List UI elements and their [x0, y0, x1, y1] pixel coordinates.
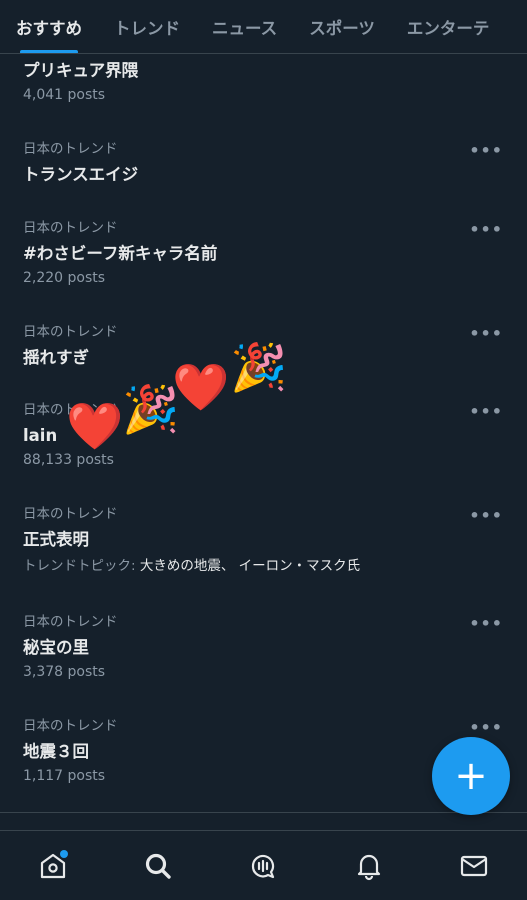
party-popper-emoji: 🎉 — [230, 340, 288, 394]
more-options-icon[interactable]: ••• — [469, 614, 503, 633]
trend-post-count: 88,133 posts — [23, 452, 114, 468]
messages-icon — [461, 855, 488, 876]
more-options-icon[interactable]: ••• — [469, 324, 503, 343]
heart-emoji: ❤️ — [172, 360, 230, 414]
trend-title: 秘宝の里 — [23, 638, 89, 657]
tab-news[interactable]: ニュース — [196, 0, 293, 53]
search-icon — [145, 853, 171, 879]
more-options-icon[interactable]: ••• — [469, 402, 503, 421]
party-popper-emoji: 🎉 — [122, 382, 180, 436]
trend-context: 日本のトレンド — [23, 141, 118, 157]
notification-dot — [59, 849, 68, 858]
more-options-icon[interactable]: ••• — [469, 506, 503, 525]
more-options-icon[interactable]: ••• — [469, 718, 503, 737]
trend-post-count: 4,041 posts — [23, 87, 106, 103]
trend-context: 日本のトレンド — [23, 506, 118, 522]
trend-item[interactable]: 日本のトレンド #わさビーフ新キャラ名前 2,220 posts ••• — [0, 218, 527, 288]
heart-emoji: ❤️ — [66, 399, 124, 453]
compose-button[interactable]: + — [432, 737, 510, 815]
trend-title: 正式表明 — [23, 530, 89, 549]
nav-home[interactable] — [23, 836, 83, 896]
tab-trending[interactable]: トレンド — [98, 0, 196, 53]
nav-messages[interactable] — [444, 836, 504, 896]
top-tab-bar: おすすめ トレンド ニュース スポーツ エンターテ — [0, 0, 527, 54]
tab-sports[interactable]: スポーツ — [293, 0, 391, 53]
trend-context: 日本のトレンド — [23, 220, 118, 236]
trend-title: #わさビーフ新キャラ名前 — [23, 244, 218, 263]
trend-topic-value: 大きめの地震、 イーロン・マスク氏 — [139, 558, 361, 574]
trend-item[interactable]: 日本のトレンド 秘宝の里 3,378 posts ••• — [0, 612, 527, 682]
notifications-icon — [357, 854, 380, 880]
trend-title: 地震３回 — [23, 742, 89, 761]
trend-post-count: 2,220 posts — [23, 270, 106, 286]
tab-entertainment[interactable]: エンターテ — [391, 0, 506, 53]
trend-item[interactable]: プリキュア界隈 4,041 posts — [0, 59, 527, 105]
trend-topic-label: トレンドトピック: — [23, 558, 136, 574]
trend-context: 日本のトレンド — [23, 614, 118, 630]
nav-spaces[interactable] — [233, 836, 293, 896]
trend-item[interactable]: 日本のトレンド 正式表明 トレンドトピック: 大きめの地震、 イーロン・マスク氏… — [0, 504, 527, 576]
trend-title: トランスエイジ — [23, 165, 139, 184]
more-options-icon[interactable]: ••• — [469, 141, 503, 160]
divider — [0, 812, 527, 813]
nav-search[interactable] — [128, 836, 188, 896]
trend-context: 日本のトレンド — [23, 718, 118, 734]
trend-item[interactable]: 日本のトレンド トランスエイジ ••• — [0, 139, 527, 187]
plus-icon: + — [454, 753, 488, 799]
trend-context: 日本のトレンド — [23, 324, 118, 340]
more-options-icon[interactable]: ••• — [469, 220, 503, 239]
trend-title: プリキュア界隈 — [23, 61, 139, 80]
trend-topics: トレンドトピック: 大きめの地震、 イーロン・マスク氏 — [23, 556, 504, 576]
bottom-nav — [0, 830, 527, 900]
spaces-icon — [252, 854, 275, 878]
trend-post-count: 3,378 posts — [23, 664, 106, 680]
nav-notifications[interactable] — [339, 836, 399, 896]
tab-recommended[interactable]: おすすめ — [0, 0, 98, 53]
